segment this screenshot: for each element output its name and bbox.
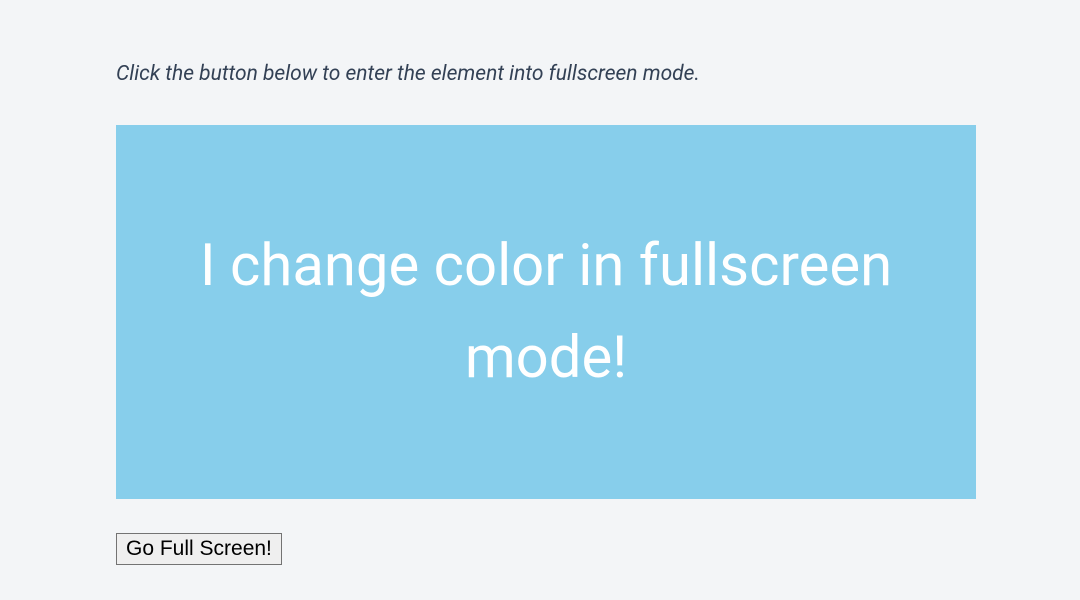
instruction-text: Click the button below to enter the elem… (116, 60, 976, 89)
fullscreen-demo-box: I change color in fullscreen mode! (116, 125, 976, 499)
demo-heading: I change color in fullscreen mode! (156, 220, 936, 406)
go-fullscreen-button[interactable]: Go Full Screen! (116, 533, 282, 565)
button-row: Go Full Screen! (116, 533, 976, 565)
